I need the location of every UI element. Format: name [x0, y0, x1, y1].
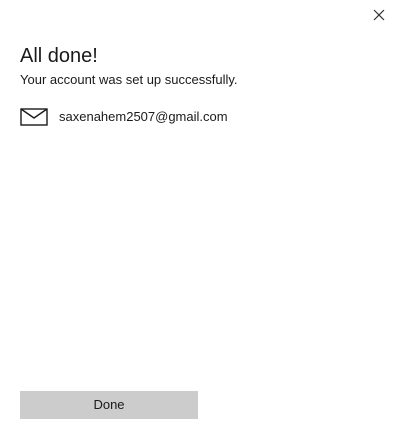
close-button[interactable]: [369, 5, 389, 25]
account-email: saxenahem2507@gmail.com: [59, 109, 228, 124]
done-button[interactable]: Done: [20, 391, 198, 419]
mail-envelope-icon: [20, 107, 48, 127]
dialog-title: All done!: [20, 45, 98, 67]
account-entry: saxenahem2507@gmail.com: [20, 107, 228, 127]
close-icon: [373, 9, 385, 21]
account-setup-dialog: All done! Your account was set up succes…: [0, 0, 400, 428]
success-message: Your account was set up successfully.: [20, 72, 238, 87]
